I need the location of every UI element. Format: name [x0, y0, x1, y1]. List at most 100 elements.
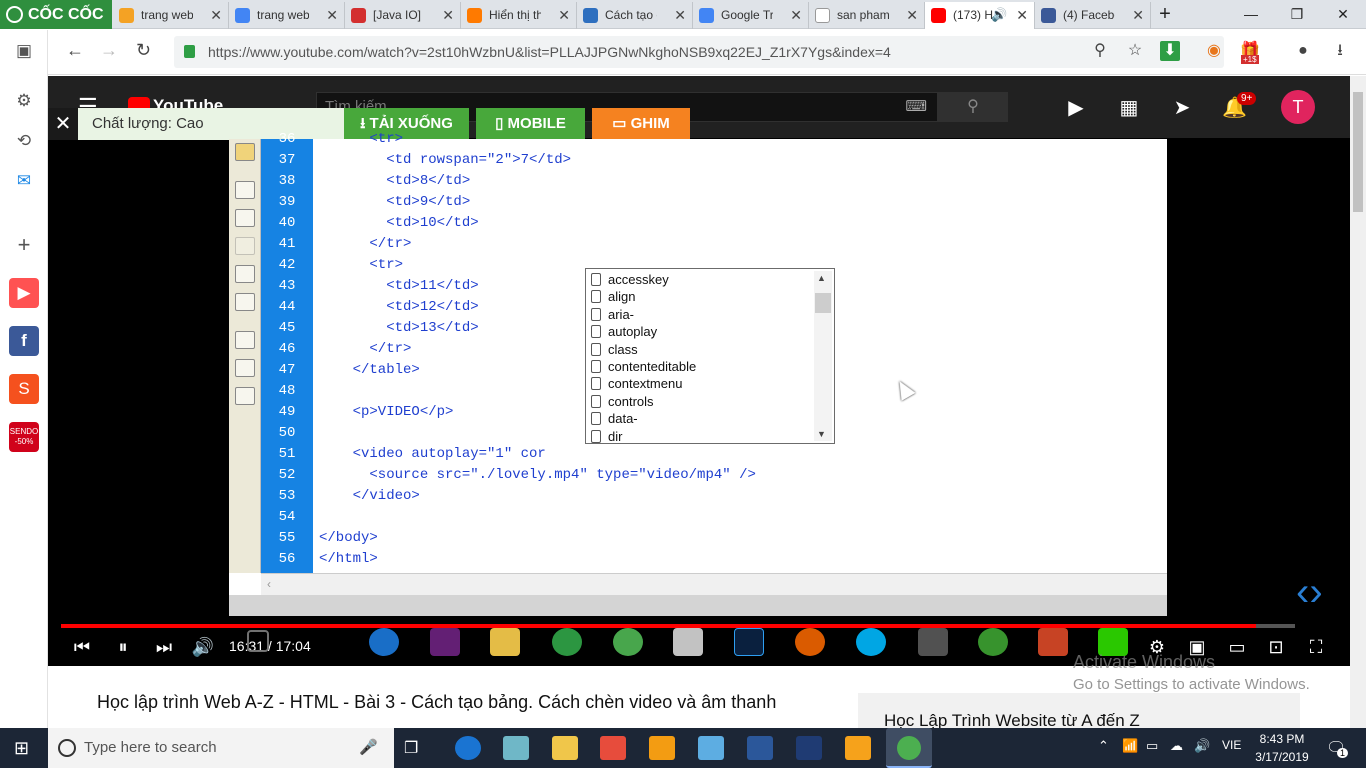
- downloads-icon[interactable]: ⭳: [1330, 41, 1350, 61]
- code-line[interactable]: </html>: [319, 549, 378, 570]
- url-bar[interactable]: https://www.youtube.com/watch?v=2st10hWz…: [174, 36, 1224, 68]
- keyboard-icon[interactable]: ⌨: [905, 93, 927, 121]
- tray-chevron-icon[interactable]: ⌃: [1098, 738, 1109, 754]
- autocomplete-item[interactable]: accesskey: [590, 271, 812, 288]
- playlist-panel[interactable]: Học Lập Trình Website từ A đến Z: [858, 693, 1300, 733]
- speaker-icon[interactable]: 🔊: [991, 2, 1007, 28]
- scrollbar-thumb[interactable]: [1353, 92, 1363, 212]
- close-downloader-icon[interactable]: ✕: [48, 108, 78, 140]
- coccoc-menu-button[interactable]: CỐC CỐC: [0, 0, 112, 29]
- tab-close-icon[interactable]: ✕: [1016, 2, 1028, 28]
- tab-close-icon[interactable]: ✕: [1132, 2, 1144, 28]
- extension-icon[interactable]: ◉: [1204, 41, 1224, 61]
- office-taskbar-icon[interactable]: [649, 736, 675, 760]
- autocomplete-item[interactable]: contextmenu: [590, 375, 812, 392]
- tab-1[interactable]: trang web ✕: [113, 2, 229, 29]
- autocomplete-item[interactable]: autoplay: [590, 323, 812, 340]
- tab-close-icon[interactable]: ✕: [906, 2, 918, 28]
- language-indicator[interactable]: VIE: [1222, 738, 1241, 752]
- system-clock[interactable]: 8:43 PM 3/17/2019: [1250, 730, 1314, 766]
- task-view-icon[interactable]: ❐: [404, 738, 418, 758]
- tab-3[interactable]: [Java IO] Bả ✕: [345, 2, 461, 29]
- tab-close-icon[interactable]: ✕: [790, 2, 802, 28]
- code-line[interactable]: <source src="./lovely.mp4" type="video/m…: [319, 465, 755, 486]
- messages-icon[interactable]: ➤: [1170, 96, 1194, 120]
- code-line[interactable]: <td>8</td>: [319, 171, 470, 192]
- code-line[interactable]: <td>13</td>: [319, 318, 478, 339]
- code-line[interactable]: </tr>: [319, 234, 411, 255]
- theater-mode-icon[interactable]: ▭: [1225, 636, 1249, 658]
- autocomplete-item[interactable]: contenteditable: [590, 358, 812, 375]
- tab-facebook[interactable]: (4) Faceboo ✕: [1035, 2, 1151, 29]
- page-scrollbar[interactable]: [1350, 76, 1366, 728]
- fullscreen-icon[interactable]: ⛶: [1304, 636, 1328, 658]
- volume-tray-icon[interactable]: 🔊: [1194, 738, 1210, 754]
- close-window-button[interactable]: ✕: [1320, 0, 1366, 29]
- tab-close-icon[interactable]: ✕: [326, 2, 338, 28]
- store-taskbar-icon[interactable]: [600, 736, 626, 760]
- microphone-icon[interactable]: 🎤: [359, 728, 378, 768]
- bookmark-star-icon[interactable]: ☆: [1125, 41, 1145, 61]
- tab-close-icon[interactable]: ✕: [210, 2, 222, 28]
- taskbar-search-input[interactable]: Type here to search 🎤: [48, 728, 394, 768]
- tab-7[interactable]: san pham v ✕: [809, 2, 925, 29]
- apps-grid-icon[interactable]: ▦: [1117, 96, 1141, 120]
- youtube-app-icon[interactable]: ▶: [9, 278, 39, 308]
- create-video-icon[interactable]: ▶: [1064, 96, 1088, 120]
- code-line[interactable]: <tr>: [319, 129, 403, 150]
- onedrive-icon[interactable]: ☁: [1170, 738, 1183, 754]
- maximize-button[interactable]: ❐: [1274, 0, 1320, 29]
- back-button[interactable]: ←: [66, 40, 84, 61]
- pin-button[interactable]: ▭ GHIM: [592, 108, 690, 140]
- facebook-app-icon[interactable]: f: [9, 326, 39, 356]
- code-line[interactable]: <td>12</td>: [319, 297, 478, 318]
- tab-close-icon[interactable]: ✕: [558, 2, 570, 28]
- autocomplete-item[interactable]: data-: [590, 410, 812, 427]
- tab-6[interactable]: Google Tra ✕: [693, 2, 809, 29]
- messenger-icon[interactable]: ✉: [9, 166, 39, 196]
- code-line[interactable]: </table>: [319, 360, 420, 381]
- pause-icon[interactable]: ⏸: [111, 636, 135, 658]
- account-avatar[interactable]: T: [1281, 90, 1315, 124]
- autocomplete-item[interactable]: class: [590, 341, 812, 358]
- code-line[interactable]: <p>VIDEO</p>: [319, 402, 454, 423]
- zoom-icon[interactable]: ⚲: [1090, 41, 1110, 61]
- history-icon[interactable]: ⟲: [9, 126, 39, 156]
- code-line[interactable]: <td>10</td>: [319, 213, 478, 234]
- file-explorer-icon[interactable]: [552, 736, 578, 760]
- tab-close-icon[interactable]: ✕: [674, 2, 686, 28]
- code-line[interactable]: <tr>: [319, 255, 403, 276]
- previous-icon[interactable]: ⏮: [70, 636, 94, 658]
- volume-icon[interactable]: 🔊: [191, 636, 215, 658]
- next-icon[interactable]: ⏭: [152, 636, 176, 658]
- reload-button[interactable]: ↻: [136, 40, 151, 61]
- forward-button[interactable]: →: [100, 40, 118, 61]
- devcpp-taskbar-icon[interactable]: [796, 736, 822, 760]
- windows-start-icon[interactable]: ⊞: [14, 738, 29, 759]
- add-app-icon[interactable]: +: [9, 230, 39, 260]
- code-line[interactable]: </video>: [319, 486, 420, 507]
- sendo-app-icon[interactable]: SENDO -50%: [9, 422, 39, 452]
- horizontal-scrollbar[interactable]: ‹: [261, 573, 1167, 595]
- code-line[interactable]: </tr>: [319, 339, 411, 360]
- download-icon[interactable]: ⬇: [1160, 41, 1180, 61]
- box-taskbar-icon[interactable]: [698, 736, 724, 760]
- code-line[interactable]: <td rowspan="2">7</td>: [319, 150, 571, 171]
- code-line[interactable]: <td>9</td>: [319, 192, 470, 213]
- autocomplete-item[interactable]: align: [590, 288, 812, 305]
- word-taskbar-icon[interactable]: [747, 736, 773, 760]
- coccoc-taskbar-icon-active[interactable]: [886, 728, 932, 768]
- sublime-taskbar-icon[interactable]: [845, 736, 871, 760]
- sidebar-toggle-icon[interactable]: ▣: [9, 36, 39, 66]
- autocomplete-item[interactable]: dir: [590, 428, 812, 445]
- code-line[interactable]: </body>: [319, 528, 378, 549]
- network-icon[interactable]: 📶: [1122, 738, 1138, 754]
- edge-taskbar-icon[interactable]: [455, 736, 481, 760]
- autocomplete-item[interactable]: controls: [590, 393, 812, 410]
- code-line[interactable]: <video autoplay="1" cor: [319, 444, 546, 465]
- battery-icon[interactable]: ▭: [1146, 738, 1158, 754]
- search-button[interactable]: ⚲: [938, 92, 1008, 122]
- shopee-app-icon[interactable]: S: [9, 374, 39, 404]
- profile-icon[interactable]: ●: [1293, 41, 1313, 61]
- code-line[interactable]: <td>11</td>: [319, 276, 478, 297]
